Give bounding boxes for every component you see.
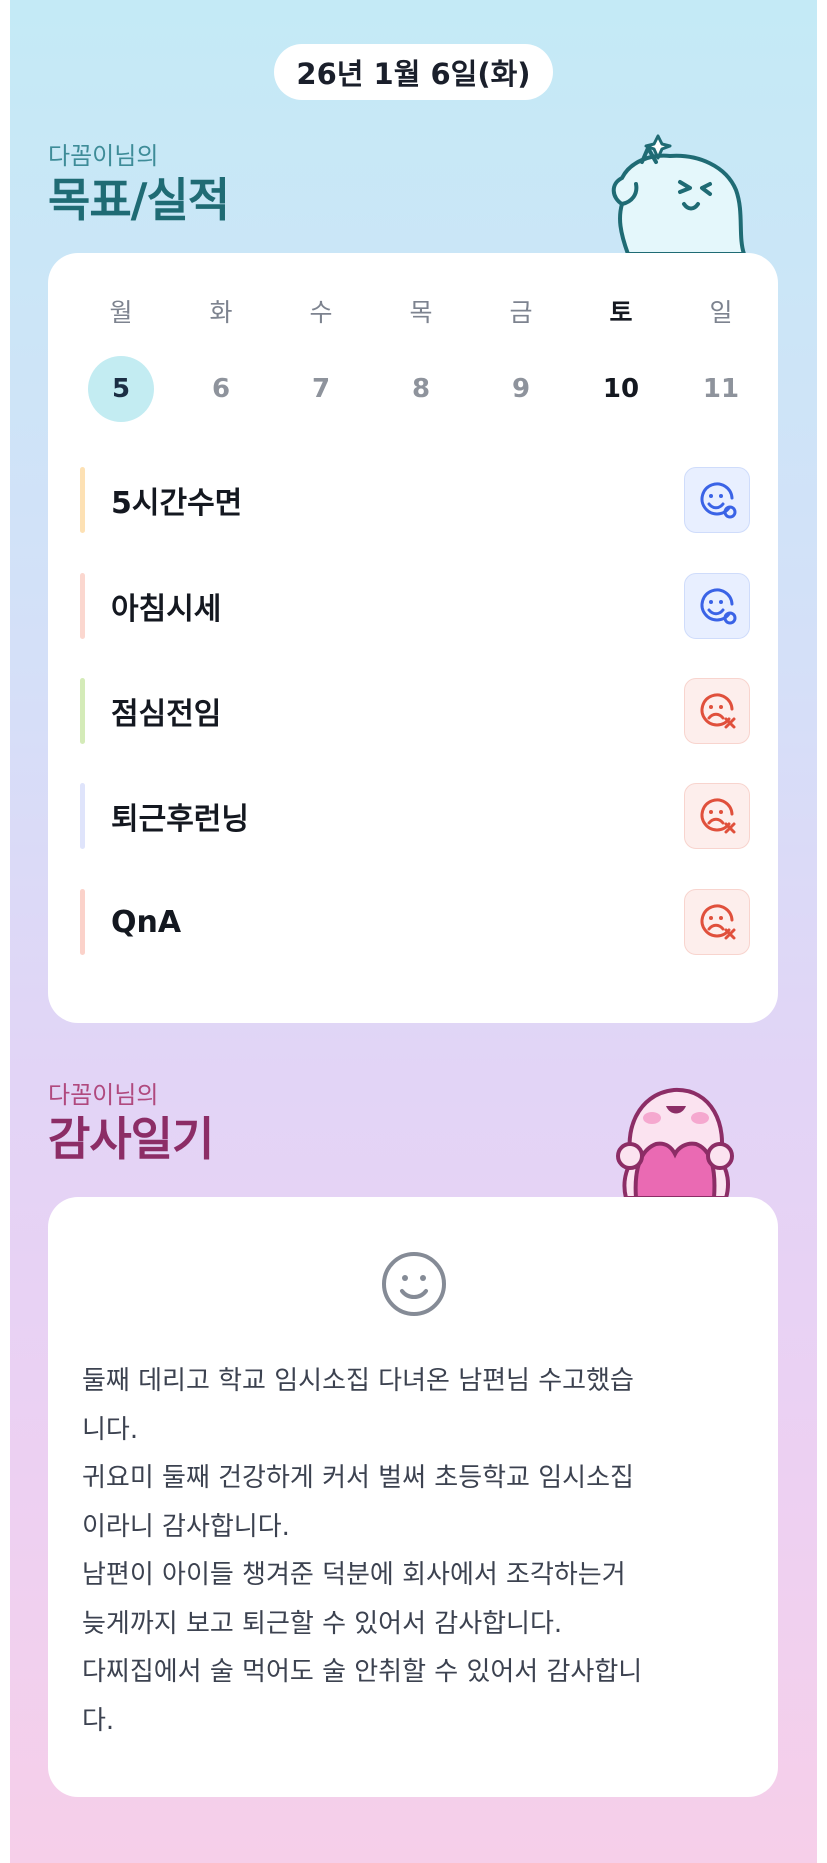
goals-card: 월 5 화 6 수 7 목 8 금 9 토 10 일 11 5시간수면 아침시세… (48, 253, 778, 1023)
diary-entry-text: 둘째 데리고 학교 임시소집 다녀온 남편님 수고했습 니다. 귀요미 둘째 건… (82, 1357, 752, 1745)
weekday-label: 월 (109, 298, 133, 327)
date-number[interactable]: 10 (588, 356, 654, 422)
day-column-fri[interactable]: 금 9 (471, 298, 571, 422)
weekday-label: 금 (509, 298, 533, 327)
goal-row[interactable]: QnA (80, 889, 750, 955)
diary-line: 늦게까지 보고 퇴근할 수 있어서 감사합니다. (82, 1608, 563, 1639)
diary-line: 남편이 아이들 챙겨준 덕분에 회사에서 조각하는거 (82, 1560, 626, 1590)
weekday-label: 토 (609, 298, 633, 327)
goal-label: 아침시세 (111, 592, 222, 627)
goal-color-bar (80, 783, 85, 849)
date-number-selected[interactable]: 5 (88, 356, 154, 422)
smile-icon (700, 588, 737, 625)
day-column-mon[interactable]: 월 5 (71, 298, 171, 422)
diary-line: 이라니 감사합니다. (82, 1511, 290, 1542)
weekday-label: 일 (709, 298, 733, 327)
day-column-wed[interactable]: 수 7 (271, 298, 371, 422)
goal-row[interactable]: 아침시세 (80, 573, 750, 639)
goal-status-button[interactable] (684, 573, 750, 639)
ghost-mascot-icon (611, 134, 747, 254)
sad-icon (700, 904, 736, 940)
diary-line: 귀요미 둘째 건강하게 커서 벌써 초등학교 임시소집 (82, 1463, 634, 1493)
weekday-label: 수 (309, 298, 333, 327)
day-column-tue[interactable]: 화 6 (171, 298, 271, 422)
day-column-sun[interactable]: 일 11 (671, 298, 771, 422)
date-number[interactable]: 8 (388, 356, 454, 422)
date-number[interactable]: 7 (288, 356, 354, 422)
sad-icon (700, 798, 736, 834)
date-number[interactable]: 9 (488, 356, 554, 422)
date-number[interactable]: 11 (688, 356, 754, 422)
diary-section-title: 감사일기 (48, 1112, 214, 1166)
goal-color-bar (80, 678, 85, 744)
day-column-thu[interactable]: 목 8 (371, 298, 471, 422)
week-calendar: 월 5 화 6 수 7 목 8 금 9 토 10 일 11 (71, 298, 771, 422)
goal-color-bar (80, 889, 85, 955)
goal-label: 퇴근후런닝 (111, 802, 249, 837)
goal-status-button[interactable] (684, 467, 750, 533)
date-pill[interactable]: 26년 1월 6일(화) (274, 44, 553, 100)
heart-mascot-icon (616, 1087, 734, 1198)
goal-label: 5시간수면 (111, 486, 243, 521)
diary-line: 니다. (82, 1414, 139, 1445)
weekday-label: 화 (209, 298, 233, 327)
smiley-face-icon[interactable] (381, 1251, 447, 1317)
goal-color-bar (80, 467, 85, 533)
diary-line: 다. (82, 1705, 115, 1736)
date-number[interactable]: 6 (188, 356, 254, 422)
sad-icon (700, 693, 736, 729)
goal-label: QnA (111, 904, 182, 940)
diary-line: 다찌집에서 술 먹어도 술 안취할 수 있어서 감사합니 (82, 1657, 643, 1687)
goal-row[interactable]: 5시간수면 (80, 467, 750, 533)
goal-status-button[interactable] (684, 889, 750, 955)
smile-icon (700, 482, 737, 519)
day-column-sat[interactable]: 토 10 (571, 298, 671, 422)
goals-section-title: 목표/실적 (48, 173, 230, 227)
goal-status-button[interactable] (684, 783, 750, 849)
goal-label: 점심전임 (111, 697, 222, 732)
goal-row[interactable]: 점심전임 (80, 678, 750, 744)
goal-color-bar (80, 573, 85, 639)
weekday-label: 목 (409, 298, 433, 327)
app-screen: 26년 1월 6일(화) 다꼼이님의 목표/실적 월 5 화 6 수 7 목 8… (10, 0, 817, 1863)
goal-row[interactable]: 퇴근후런닝 (80, 783, 750, 849)
diary-card: 둘째 데리고 학교 임시소집 다녀온 남편님 수고했습 니다. 귀요미 둘째 건… (48, 1197, 778, 1797)
diary-line: 둘째 데리고 학교 임시소집 다녀온 남편님 수고했습 (82, 1366, 634, 1396)
goal-status-button[interactable] (684, 678, 750, 744)
